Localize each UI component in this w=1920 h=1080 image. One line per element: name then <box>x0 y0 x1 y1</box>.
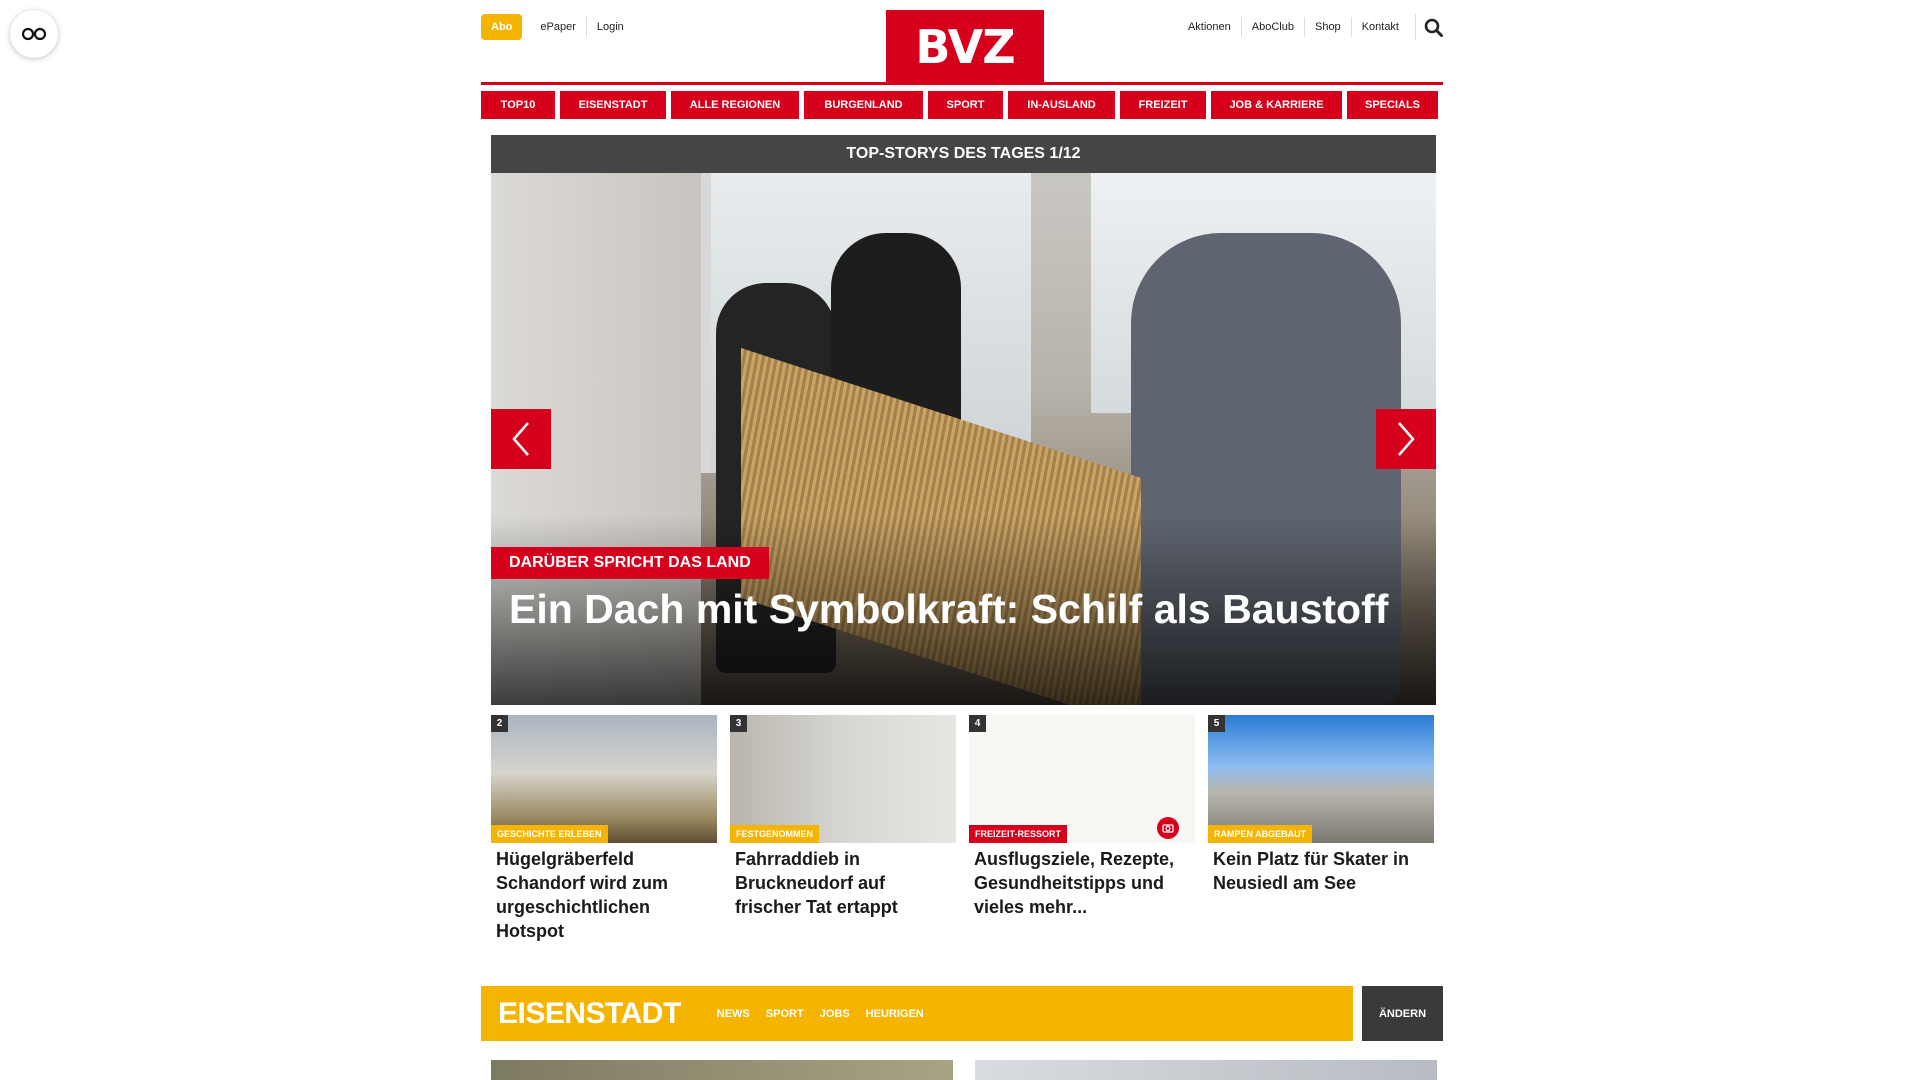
region-link-news[interactable]: NEWS <box>717 1008 750 1020</box>
top-stories-heading: TOP-STORYS DES TAGES 1/12 <box>491 135 1436 173</box>
camera-icon <box>1162 824 1174 833</box>
teaser-kicker: RAMPEN ABGEBAUT <box>1208 825 1313 843</box>
login-link[interactable]: Login <box>585 17 634 37</box>
main-nav: TOP10 EISENSTADT ALLE REGIONEN BURGENLAN… <box>481 91 1443 119</box>
teaser-kicker: GESCHICHTE ERLEBEN <box>491 825 608 843</box>
teaser-number: 5 <box>1208 715 1225 732</box>
chevron-right-icon <box>1398 422 1415 456</box>
teaser-title[interactable]: Ausflugsziele, Rezepte, Gesundheitstipps… <box>969 843 1195 919</box>
abo-button[interactable]: Abo <box>481 14 523 40</box>
teaser-image[interactable]: 5 RAMPEN ABGEBAUT <box>1208 715 1434 843</box>
hero-title[interactable]: Ein Dach mit Symbolkraft: Schilf als Bau… <box>509 585 1389 633</box>
nav-item-top10[interactable]: TOP10 <box>481 91 555 119</box>
teaser-kicker: FESTGENOMMEN <box>730 825 820 843</box>
aktionen-link[interactable]: Aktionen <box>1178 17 1241 37</box>
story-teaser[interactable]: 2 GESCHICHTE ERLEBEN Hügelgräberfeld Sch… <box>491 715 717 943</box>
nav-item-burgenland[interactable]: BURGENLAND <box>804 91 923 119</box>
region-title[interactable]: EISENSTADT <box>498 997 681 1031</box>
utility-nav-right: Aktionen AboClub Shop Kontakt <box>1178 14 1443 40</box>
region-section-header: EISENSTADT NEWS SPORT JOBS HEURIGEN ÄNDE… <box>481 986 1443 1041</box>
story-teasers: 2 GESCHICHTE ERLEBEN Hügelgräberfeld Sch… <box>491 715 1436 943</box>
teaser-number: 4 <box>969 715 986 732</box>
teaser-image[interactable]: 3 FESTGENOMMEN <box>730 715 956 843</box>
reader-mode-button[interactable] <box>10 10 58 58</box>
nav-item-alle-regionen[interactable]: ALLE REGIONEN <box>671 91 799 119</box>
region-bar: EISENSTADT NEWS SPORT JOBS HEURIGEN <box>481 986 1353 1041</box>
nav-item-specials[interactable]: SPECIALS <box>1347 91 1438 119</box>
teaser-kicker: FREIZEIT-RESSORT <box>969 825 1068 843</box>
slider-prev-button[interactable] <box>491 409 551 469</box>
glasses-icon <box>22 27 46 41</box>
nav-item-in-ausland[interactable]: IN-AUSLAND <box>1008 91 1115 119</box>
article-image[interactable] <box>975 1060 1437 1080</box>
aboclub-link[interactable]: AboClub <box>1240 17 1304 37</box>
page-container: Abo ePaper Login BVZ Aktionen AboClub Sh… <box>481 0 1443 1080</box>
chevron-left-icon <box>512 422 529 456</box>
hero-kicker[interactable]: DARÜBER SPRICHT DAS LAND <box>491 547 769 579</box>
header-divider <box>481 82 1443 85</box>
search-button[interactable] <box>1415 14 1443 40</box>
region-link-jobs[interactable]: JOBS <box>820 1008 850 1020</box>
region-link-sport[interactable]: SPORT <box>766 1008 804 1020</box>
teaser-image[interactable]: 4 FREIZEIT-RESSORT <box>969 715 1195 843</box>
region-change-button[interactable]: ÄNDERN <box>1362 986 1443 1041</box>
story-teaser[interactable]: 3 FESTGENOMMEN Fahrraddieb in Bruckneudo… <box>730 715 956 943</box>
story-teaser[interactable]: 4 FREIZEIT-RESSORT Ausflugsziele, Rezept… <box>969 715 1195 943</box>
teaser-number: 3 <box>730 715 747 732</box>
utility-nav-left: Abo ePaper Login <box>481 14 634 40</box>
epaper-link[interactable]: ePaper <box>530 17 585 37</box>
article-image[interactable] <box>491 1060 953 1080</box>
shop-link[interactable]: Shop <box>1303 17 1351 37</box>
hero-story[interactable]: DARÜBER SPRICHT DAS LAND Ein Dach mit Sy… <box>491 173 1436 705</box>
story-teaser[interactable]: 5 RAMPEN ABGEBAUT Kein Platz für Skater … <box>1208 715 1434 943</box>
teaser-title[interactable]: Kein Platz für Skater in Neusiedl am See <box>1208 843 1434 895</box>
nav-item-freizeit[interactable]: FREIZEIT <box>1120 91 1206 119</box>
nav-item-eisenstadt[interactable]: EISENSTADT <box>560 91 666 119</box>
kontakt-link[interactable]: Kontakt <box>1350 17 1409 37</box>
teaser-number: 2 <box>491 715 508 732</box>
search-icon <box>1424 18 1443 37</box>
gallery-badge <box>1157 817 1179 839</box>
teaser-title[interactable]: Hügelgräberfeld Schandorf wird zum urges… <box>491 843 717 943</box>
site-logo[interactable]: BVZ <box>886 10 1044 84</box>
top-stories-section: TOP-STORYS DES TAGES 1/12 DARÜBER SPRICH… <box>491 135 1436 941</box>
slider-next-button[interactable] <box>1376 409 1436 469</box>
region-link-heurigen[interactable]: HEURIGEN <box>866 1008 924 1020</box>
teaser-title[interactable]: Fahrraddieb in Bruckneudorf auf frischer… <box>730 843 956 919</box>
teaser-image[interactable]: 2 GESCHICHTE ERLEBEN <box>491 715 717 843</box>
nav-item-job-karriere[interactable]: JOB & KARRIERE <box>1211 91 1342 119</box>
nav-item-sport[interactable]: SPORT <box>928 91 1003 119</box>
site-header: Abo ePaper Login BVZ Aktionen AboClub Sh… <box>481 0 1443 86</box>
